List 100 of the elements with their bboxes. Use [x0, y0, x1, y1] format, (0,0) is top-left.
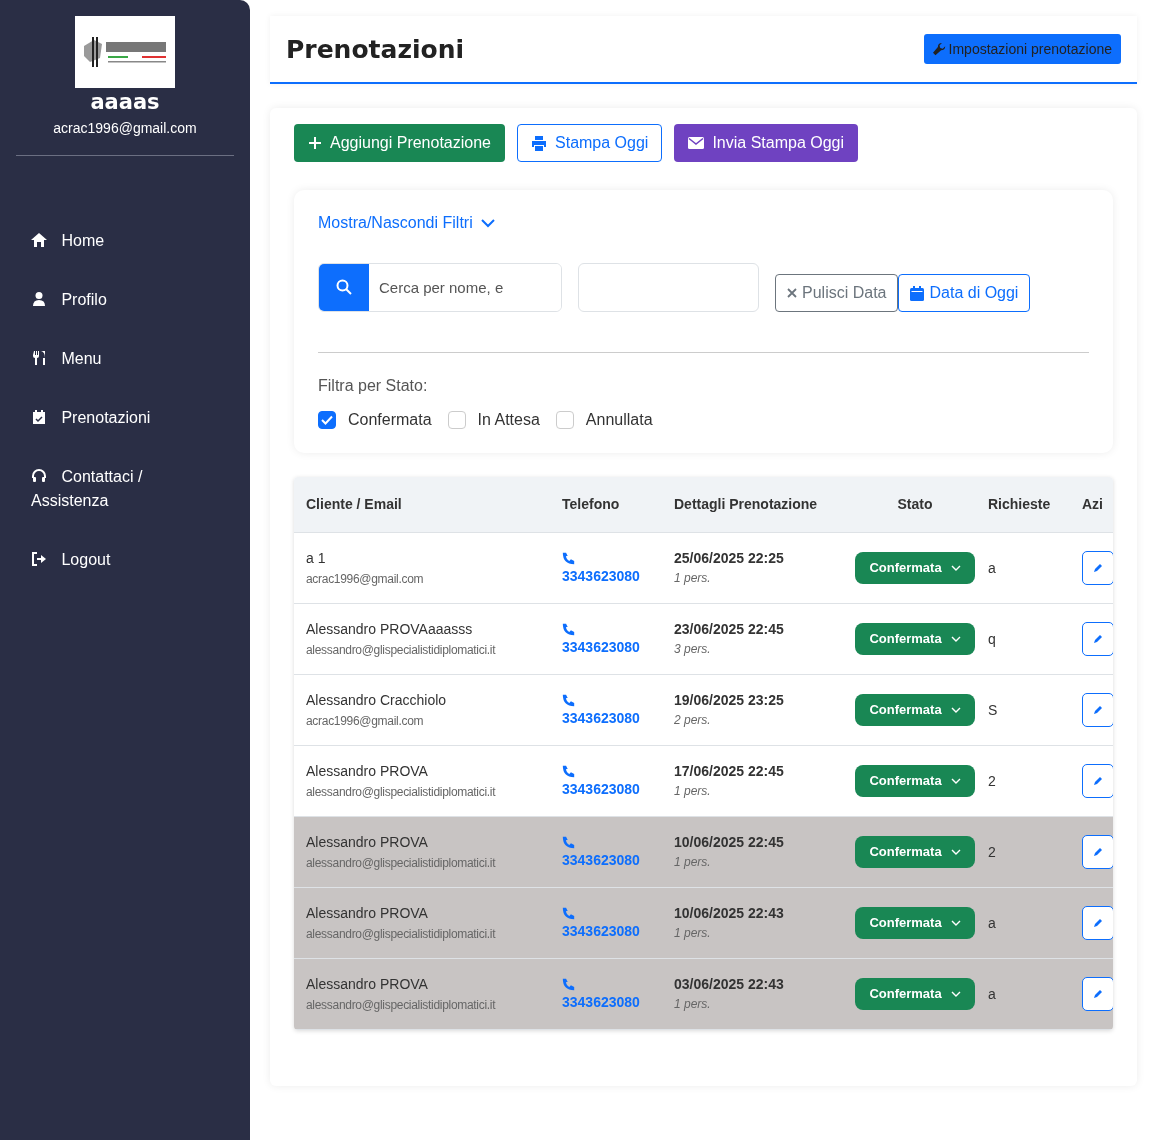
pencil-icon — [1093, 917, 1103, 928]
table-cell: a — [976, 958, 1072, 1029]
page-title: Prenotazioni — [286, 34, 465, 64]
printer-icon — [531, 135, 547, 151]
status-dropdown[interactable]: Confermata — [855, 764, 975, 797]
phone-link[interactable]: 3343623080 — [562, 993, 650, 1010]
edit-button[interactable] — [1082, 763, 1113, 798]
nav-item[interactable]: Prenotazioni — [31, 389, 171, 448]
phone-link[interactable]: 3343623080 — [562, 709, 650, 726]
booking-datetime: 25/06/2025 22:25 — [674, 550, 785, 566]
status-dropdown[interactable]: Confermata — [855, 551, 975, 584]
client-email: alessandro@glispecialistidiplomatici.it — [306, 926, 497, 941]
column-header: Dettagli Prenotazione — [662, 477, 854, 532]
party-size: 2 pers. — [674, 713, 712, 727]
phone-link[interactable]: 3343623080 — [562, 851, 650, 868]
headset-icon — [31, 468, 47, 484]
phone-link[interactable]: 3343623080 — [562, 780, 650, 797]
print-button[interactable]: Stampa Oggi — [517, 124, 663, 162]
status-dropdown[interactable]: Confermata — [855, 906, 975, 939]
edit-button[interactable] — [1082, 976, 1113, 1011]
party-size: 3 pers. — [674, 642, 712, 656]
checkbox-label: Annullata — [585, 411, 653, 429]
client-name: Alessandro PROVA — [306, 833, 429, 850]
calendar-icon — [31, 409, 47, 425]
search-icon — [336, 279, 352, 295]
client-name: Alessandro Cracchiolo — [306, 691, 448, 708]
edit-button[interactable] — [1082, 905, 1113, 940]
utensils-icon — [31, 350, 47, 366]
column-header: Richieste — [976, 477, 1072, 532]
nav-item[interactable]: Menu — [31, 330, 171, 389]
add-button[interactable]: Aggiungi Prenotazione — [294, 124, 505, 162]
chevron-down-icon — [950, 564, 961, 571]
pencil-icon — [1093, 775, 1103, 786]
close-icon — [787, 288, 797, 298]
client-name: Alessandro PROVAaaasss — [306, 620, 474, 637]
phone-icon — [562, 693, 575, 707]
party-size: 1 pers. — [674, 926, 712, 940]
plus-icon — [308, 136, 322, 150]
phone-link[interactable]: 3343623080 — [562, 638, 650, 655]
edit-button[interactable] — [1082, 621, 1113, 656]
calendar-icon — [910, 285, 925, 301]
column-header: Azi — [1072, 477, 1113, 532]
date-field[interactable] — [578, 262, 759, 312]
column-header: Telefono — [550, 477, 662, 532]
client-email: alessandro@glispecialistidiplomatici.it — [306, 855, 497, 870]
edit-button[interactable] — [1082, 550, 1113, 585]
pencil-icon — [1093, 846, 1103, 857]
home-icon — [31, 232, 47, 248]
column-header: Stato — [854, 477, 976, 532]
client-email: alessandro@glispecialistidiplomatici.it — [306, 642, 497, 657]
pencil-icon — [1093, 633, 1103, 644]
booking-datetime: 03/06/2025 22:43 — [674, 976, 785, 992]
table-cell: q — [976, 603, 1072, 674]
today-button[interactable]: Data di Oggi — [898, 274, 1031, 312]
booking-datetime: 10/06/2025 22:43 — [674, 905, 785, 921]
nav-item[interactable]: Logout — [31, 531, 171, 590]
phone-icon — [562, 764, 575, 778]
chevron-down-icon — [950, 777, 961, 784]
client-name: Alessandro PROVA — [306, 762, 429, 779]
filter-toggle[interactable]: Mostra/Nascondi Filtri — [318, 214, 495, 232]
checkbox[interactable] — [318, 411, 336, 429]
search-field[interactable]: Cerca per nome, e — [318, 262, 562, 312]
phone-link[interactable]: 3343623080 — [562, 567, 650, 584]
checkbox[interactable] — [555, 411, 574, 429]
party-size: 1 pers. — [674, 997, 712, 1011]
wrench-icon — [932, 42, 946, 56]
phone-icon — [562, 622, 575, 636]
table-cell: 2 — [976, 745, 1072, 816]
table-cell: S — [976, 674, 1072, 745]
party-size: 1 pers. — [674, 855, 712, 869]
edit-button[interactable] — [1082, 834, 1113, 869]
chevron-down-icon — [950, 848, 961, 855]
party-size: 1 pers. — [674, 571, 712, 585]
chevron-down-icon — [950, 990, 961, 997]
envelope-icon — [688, 137, 705, 149]
booking-datetime: 17/06/2025 22:45 — [674, 763, 785, 779]
checkbox-label: In Attesa — [477, 411, 540, 429]
status-dropdown[interactable]: Confermata — [855, 835, 975, 868]
pencil-icon — [1093, 704, 1103, 715]
status-filter-label: Filtra per Stato: — [318, 377, 429, 395]
chevron-down-icon — [950, 706, 961, 713]
settings-button[interactable]: Impostazioni prenotazione — [923, 34, 1121, 64]
logout-icon — [31, 551, 47, 567]
clear-date-button[interactable]: Pulisci Data — [775, 274, 899, 312]
chevron-down-icon — [950, 635, 961, 642]
checkbox[interactable] — [447, 411, 466, 429]
edit-button[interactable] — [1082, 692, 1113, 727]
status-dropdown[interactable]: Confermata — [855, 622, 975, 655]
send-button[interactable]: Invia Stampa Oggi — [674, 124, 859, 162]
nav-item[interactable]: Contattaci / Assistenza — [31, 448, 171, 531]
client-name: Alessandro PROVA — [306, 975, 429, 992]
client-name: Alessandro PROVA — [306, 904, 429, 921]
nav-item[interactable]: Home — [31, 212, 171, 271]
status-dropdown[interactable]: Confermata — [855, 693, 975, 726]
pencil-icon — [1093, 988, 1103, 999]
client-email: alessandro@glispecialistidiplomatici.it — [306, 997, 497, 1012]
user-icon — [31, 291, 47, 307]
phone-link[interactable]: 3343623080 — [562, 922, 650, 939]
nav-item[interactable]: Profilo — [31, 271, 171, 330]
status-dropdown[interactable]: Confermata — [855, 977, 975, 1010]
